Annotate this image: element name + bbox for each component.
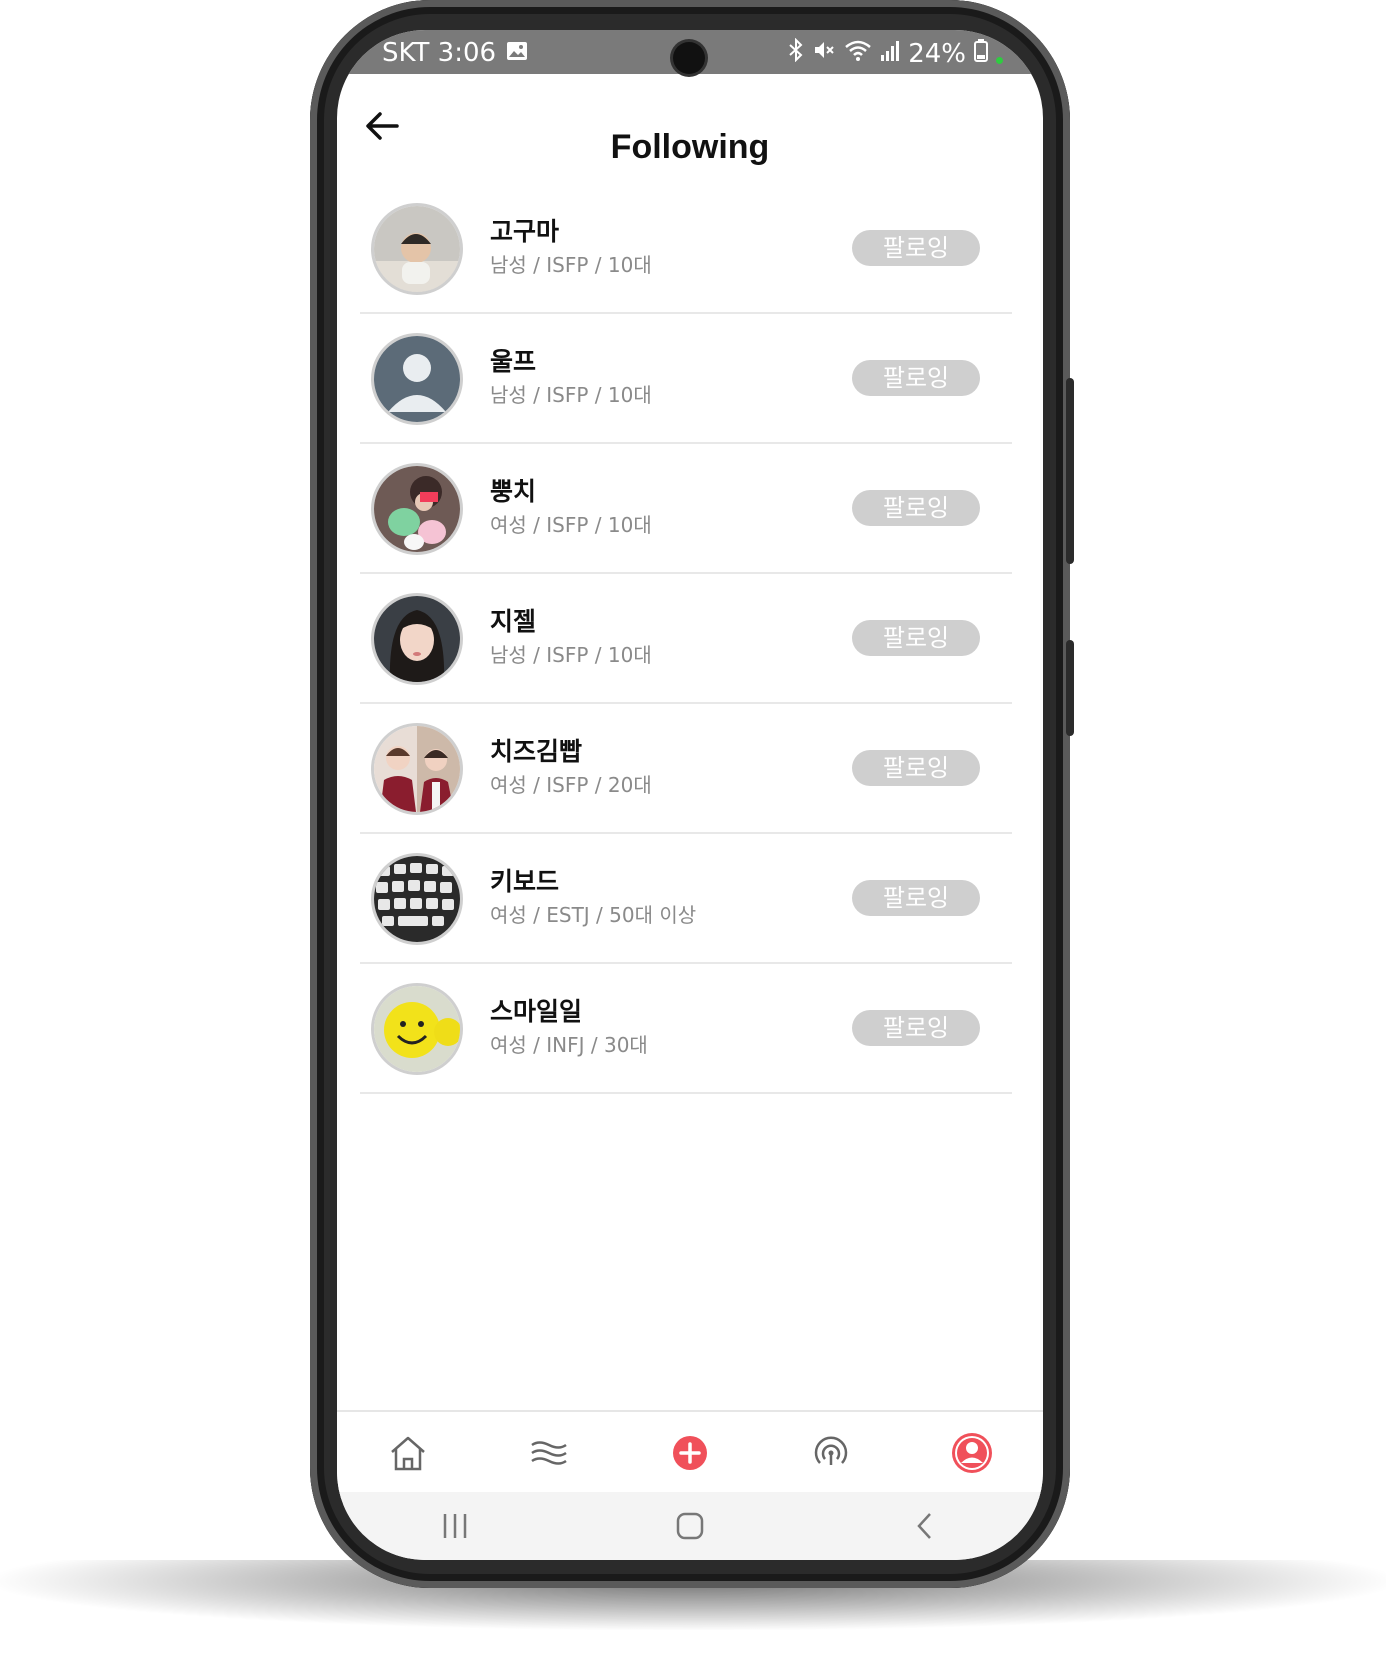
nav-profile[interactable] — [902, 1412, 1043, 1494]
system-nav — [337, 1492, 1043, 1560]
avatar[interactable] — [374, 986, 460, 1072]
status-right: 24% — [788, 37, 1003, 69]
nav-broadcast[interactable] — [761, 1412, 902, 1494]
following-button[interactable]: 팔로잉 — [852, 230, 980, 266]
nav-home[interactable] — [337, 1412, 478, 1494]
list-item[interactable]: 스마일일 여성 / INFJ / 30대 팔로잉 — [360, 964, 1012, 1094]
following-button[interactable]: 팔로잉 — [852, 1010, 980, 1046]
home-circle-icon — [676, 1512, 704, 1540]
following-button[interactable]: 팔로잉 — [852, 360, 980, 396]
back-system-button[interactable] — [808, 1492, 1043, 1560]
user-meta: 여성 / INFJ / 30대 — [490, 1033, 648, 1057]
signal-icon — [880, 39, 900, 69]
user-name: 키보드 — [490, 867, 560, 896]
power-button — [1066, 640, 1074, 736]
back-chevron-icon — [917, 1513, 932, 1539]
following-button[interactable]: 팔로잉 — [852, 880, 980, 916]
list-item[interactable]: 키보드 여성 / ESTJ / 50대 이상 팔로잉 — [360, 834, 1012, 964]
charging-dot-icon — [996, 57, 1003, 64]
bottom-nav — [337, 1410, 1043, 1494]
user-name: 지젤 — [490, 607, 537, 636]
list-item[interactable]: 지젤 남성 / ISFP / 10대 팔로잉 — [360, 574, 1012, 704]
feed-icon — [531, 1441, 567, 1465]
following-button[interactable]: 팔로잉 — [852, 750, 980, 786]
user-meta: 남성 / ISFP / 10대 — [490, 383, 652, 407]
avatar[interactable] — [374, 856, 460, 942]
recents-icon — [443, 1514, 466, 1538]
user-meta: 여성 / ESTJ / 50대 이상 — [490, 903, 697, 927]
following-button[interactable]: 팔로잉 — [852, 620, 980, 656]
volume-button — [1066, 378, 1074, 564]
user-name: 뿡치 — [490, 477, 537, 506]
nav-add[interactable] — [619, 1412, 760, 1494]
avatar[interactable] — [374, 726, 460, 812]
wifi-icon — [844, 38, 872, 69]
recents-button[interactable] — [337, 1492, 572, 1560]
battery-icon — [974, 38, 988, 69]
list-item[interactable]: 뿡치 여성 / ISFP / 10대 팔로잉 — [360, 444, 1012, 574]
user-meta: 남성 / ISFP / 10대 — [490, 253, 652, 277]
home-button[interactable] — [572, 1492, 807, 1560]
following-button[interactable]: 팔로잉 — [852, 490, 980, 526]
front-camera — [673, 42, 705, 74]
status-bar: SKT 3:06 24% — [337, 30, 1043, 74]
user-name: 울프 — [490, 347, 537, 376]
home-icon — [390, 1436, 425, 1471]
image-icon — [506, 38, 528, 68]
user-meta: 여성 / ISFP / 20대 — [490, 773, 652, 797]
broadcast-icon — [815, 1436, 848, 1465]
list-item[interactable]: 치즈김빱 여성 / ISFP / 20대 팔로잉 — [360, 704, 1012, 834]
user-name: 고구마 — [490, 217, 560, 246]
screen: SKT 3:06 24% Following 고구마 남성 / ISFP / 1… — [337, 30, 1043, 1560]
user-meta: 남성 / ISFP / 10대 — [490, 643, 652, 667]
battery-percent: 24% — [908, 38, 966, 69]
status-left: SKT 3:06 — [382, 38, 528, 68]
mute-icon — [812, 38, 836, 69]
list-item[interactable]: 울프 남성 / ISFP / 10대 팔로잉 — [360, 314, 1012, 444]
list-item[interactable]: 고구마 남성 / ISFP / 10대 팔로잉 — [360, 184, 1012, 314]
avatar[interactable] — [374, 596, 460, 682]
bluetooth-icon — [788, 37, 804, 69]
profile-icon — [952, 1433, 993, 1473]
nav-feed[interactable] — [478, 1412, 619, 1494]
default-person-icon — [374, 336, 460, 422]
user-name: 치즈김빱 — [490, 737, 583, 766]
user-name: 스마일일 — [490, 997, 583, 1026]
avatar[interactable] — [374, 336, 460, 422]
page-title: Following — [610, 128, 770, 166]
user-meta: 여성 / ISFP / 10대 — [490, 513, 652, 537]
add-icon — [673, 1436, 707, 1470]
avatar[interactable] — [374, 466, 460, 552]
following-list: 고구마 남성 / ISFP / 10대 팔로잉 울프 남성 / ISFP / 1… — [360, 184, 1012, 1094]
page-header: Following — [337, 74, 1043, 184]
avatar[interactable] — [374, 206, 460, 292]
carrier-time: SKT 3:06 — [382, 38, 497, 68]
